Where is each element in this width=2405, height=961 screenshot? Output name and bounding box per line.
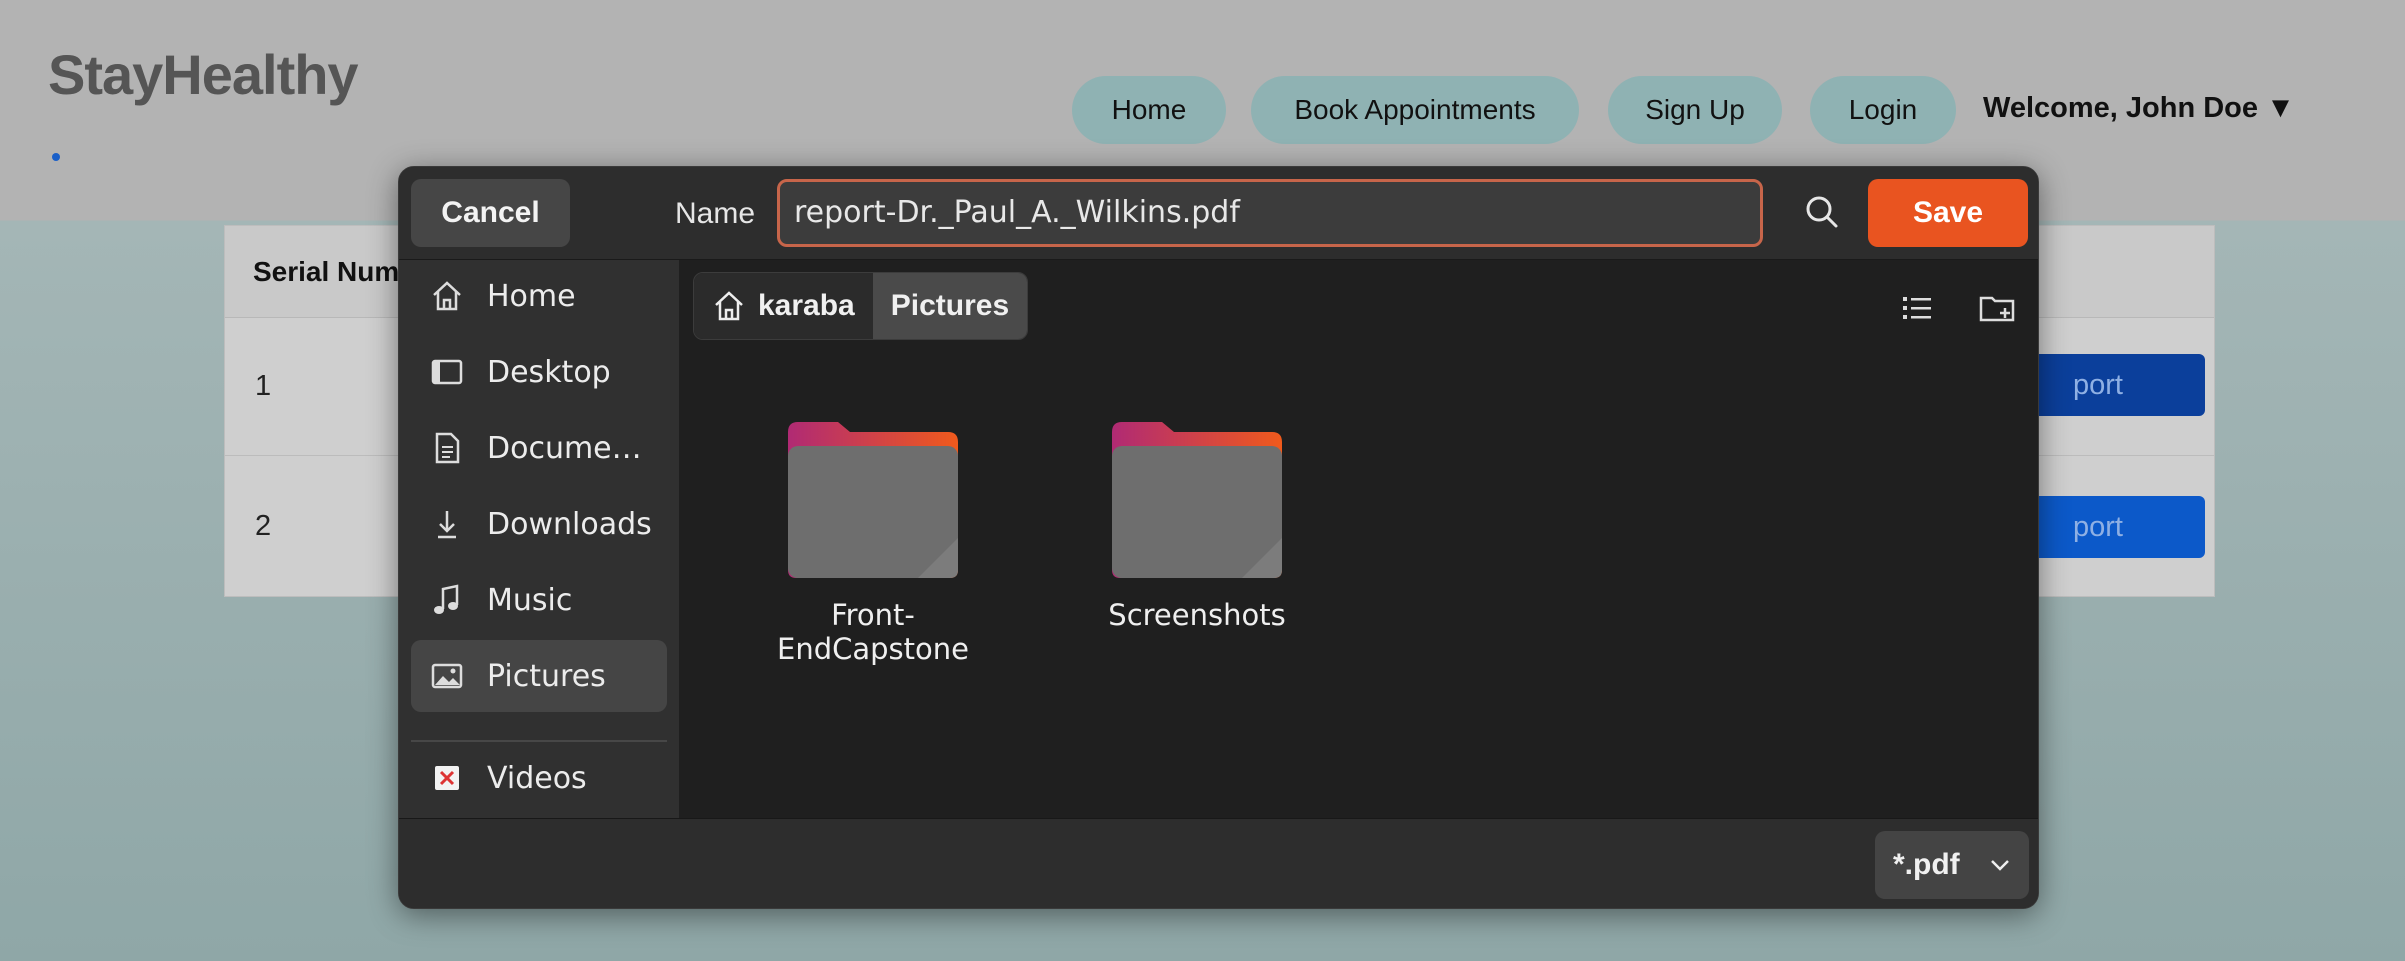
file-type-filter[interactable]: *.pdf <box>1875 831 2029 899</box>
dialog-footer: *.pdf <box>399 818 2038 908</box>
nav-home[interactable]: Home <box>1072 76 1226 144</box>
pictures-icon <box>427 656 467 696</box>
filename-input[interactable]: report-Dr._Paul_A._Wilkins.pdf <box>777 179 1763 247</box>
home-icon <box>427 276 467 316</box>
status-dot <box>52 153 60 161</box>
report-button[interactable]: port <box>2025 354 2205 416</box>
document-icon <box>427 428 467 468</box>
file-browser: karaba Pictures Front-EndCapstone Screen… <box>679 260 2038 818</box>
save-file-dialog: Cancel Name report-Dr._Paul_A._Wilkins.p… <box>398 166 2039 909</box>
serial-cell: 2 <box>255 510 272 542</box>
user-menu[interactable]: Welcome, John Doe ▼ <box>1983 92 2295 125</box>
videos-icon <box>427 758 467 798</box>
folder-item[interactable]: Front-EndCapstone <box>743 420 1003 666</box>
sidebar-item-label: Music <box>487 582 573 618</box>
dialog-header: Cancel Name report-Dr._Paul_A._Wilkins.p… <box>399 167 2038 260</box>
music-icon <box>427 580 467 620</box>
folder-item[interactable]: Screenshots <box>1067 420 1327 632</box>
breadcrumb-label: karaba <box>758 289 855 322</box>
sidebar-item-label: Home <box>487 278 576 314</box>
breadcrumb-home[interactable]: karaba <box>694 273 873 339</box>
breadcrumb-label: Pictures <box>890 289 1010 322</box>
new-folder-icon[interactable] <box>1977 288 2017 328</box>
sidebar-item-label: Videos <box>487 760 587 796</box>
name-label: Name <box>675 197 756 230</box>
sidebar-item-label: Pictures <box>487 658 606 694</box>
column-header-serial: Serial Numb <box>253 256 417 287</box>
sidebar-item-label: Downloads <box>487 506 652 542</box>
breadcrumb-current[interactable]: Pictures <box>872 273 1028 339</box>
sidebar-item-music[interactable]: Music <box>411 564 667 636</box>
search-icon[interactable] <box>1799 189 1845 235</box>
report-button[interactable]: port <box>2025 496 2205 558</box>
folder-icon <box>788 422 958 578</box>
sidebar-item-downloads[interactable]: Downloads <box>411 488 667 560</box>
sidebar-item-videos[interactable]: Videos <box>411 742 667 814</box>
filter-label: *.pdf <box>1893 848 1960 881</box>
sidebar-item-home[interactable]: Home <box>411 260 667 332</box>
site-logo[interactable]: StayHealthy <box>48 42 359 107</box>
folder-label: Front-EndCapstone <box>777 598 969 666</box>
folder-icon <box>1112 422 1282 578</box>
list-view-icon[interactable] <box>1897 288 1937 328</box>
nav-book-appointments[interactable]: Book Appointments <box>1251 76 1579 144</box>
sidebar-item-desktop[interactable]: Desktop <box>411 336 667 408</box>
breadcrumb: karaba Pictures <box>693 272 1029 340</box>
folder-label: Screenshots <box>1108 598 1286 632</box>
nav-sign-up[interactable]: Sign Up <box>1608 76 1782 144</box>
sidebar-item-label: Docume… <box>487 430 642 466</box>
sidebar-item-documents[interactable]: Docume… <box>411 412 667 484</box>
home-icon <box>715 291 743 321</box>
cancel-button[interactable]: Cancel <box>411 179 570 247</box>
places-sidebar: Home Desktop Docume… Downloads Music Pic… <box>399 260 679 818</box>
chevron-down-icon <box>1991 860 2009 871</box>
serial-cell: 1 <box>255 370 272 402</box>
save-button[interactable]: Save <box>1868 179 2028 247</box>
download-icon <box>427 504 467 544</box>
sidebar-item-pictures[interactable]: Pictures <box>411 640 667 712</box>
nav-login[interactable]: Login <box>1810 76 1956 144</box>
sidebar-item-label: Desktop <box>487 354 611 390</box>
desktop-icon <box>427 352 467 392</box>
